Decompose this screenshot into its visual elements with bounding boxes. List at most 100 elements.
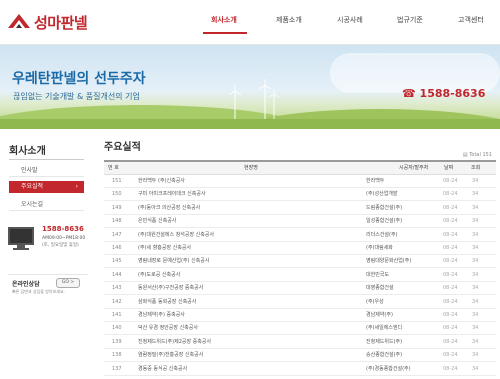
sidebar-item-greeting[interactable]: 인사말 xyxy=(9,165,84,177)
cell-hits: 34 xyxy=(472,271,479,278)
cell-date: 08-24 xyxy=(443,285,458,292)
table-row[interactable]: 144 (주)도로공 신축공사 대한민국도 08-24 34 xyxy=(104,269,496,282)
phone-icon: ☎ xyxy=(402,87,416,100)
ground-decoration xyxy=(0,119,500,129)
online-consult-title: 온라인상담 xyxy=(12,281,40,288)
cell-number: 139 xyxy=(112,338,122,345)
cell-date: 08-24 xyxy=(443,245,458,251)
cell-site-title[interactable]: 경남제약(주) 증축공사 xyxy=(138,309,185,321)
table-row[interactable]: 140 덕산 유경 정안공장 신축공사 (주)세일에스엔디 08-24 34 xyxy=(104,322,496,336)
cell-date: 08-24 xyxy=(443,352,458,359)
cell-hits: 34 xyxy=(472,218,479,225)
total-count-text: Total 151 xyxy=(469,152,492,158)
online-consult-desc: 빠른 답변과 상담을 받아보세요. xyxy=(12,289,65,294)
cell-date: 08-24 xyxy=(443,312,458,318)
nav-item-regulations[interactable]: 법규기준 xyxy=(397,15,423,25)
table-row[interactable]: 150 구미 아미크프레이데크 신축공사 (주)성산업개발 08-24 34 xyxy=(104,188,496,202)
cell-date: 08-24 xyxy=(443,298,458,305)
sidebar-item-label: 인사말 xyxy=(21,167,38,174)
banner-phone: ☎ 1588-8636 xyxy=(402,87,485,100)
table-row[interactable]: 138 염람정밀(주)천흥공장 신축공사 승산종합건설(주) 08-24 34 xyxy=(104,349,496,363)
wind-turbine-icon xyxy=(268,89,280,119)
monitor-icon xyxy=(8,227,34,245)
cell-site-title[interactable]: 은빈식품 신축공사 xyxy=(138,215,176,227)
table-row[interactable]: 147 (주)대원건설에스 창석공장 신축공사 리더스건설(주) 08-24 34 xyxy=(104,229,496,242)
cell-client: 진청제드위드(주) xyxy=(366,338,403,345)
cell-site-title[interactable]: 염람정밀(주)천흥공장 신축공사 xyxy=(138,349,203,361)
cell-hits: 34 xyxy=(472,325,479,332)
cell-number: 144 xyxy=(112,271,122,278)
contact-hours: AM09:00~PM18:00 xyxy=(42,236,86,241)
cell-client: (주)우성 xyxy=(366,298,384,305)
cell-client: 리더스건설(주) xyxy=(366,231,398,238)
column-header-date: 날짜 xyxy=(444,165,454,171)
cell-number: 138 xyxy=(112,352,122,359)
nav-item-cases[interactable]: 시공사례 xyxy=(337,15,363,25)
column-header-number: 번 호 xyxy=(108,165,119,171)
cell-site-title[interactable]: 진청제드위드(주)제2공장 증축공사 xyxy=(138,336,211,348)
cell-date: 08-24 xyxy=(443,271,458,278)
nav-item-products[interactable]: 제품소개 xyxy=(276,15,302,25)
cell-client: (주)성산업개발 xyxy=(366,191,398,198)
column-header-hits: 조회 xyxy=(471,165,481,171)
cell-site-title[interactable]: (주)세 향흥공장 신축공사 xyxy=(138,242,191,254)
cell-site-title[interactable]: 경동중 동식공 신축공사 xyxy=(138,363,187,375)
table-row[interactable]: 146 (주)세 향흥공장 신축공사 (주)대림세화 08-24 34 xyxy=(104,242,496,255)
table-row[interactable]: 151 한라백두 (주)신축공사 한라백두 08-24 34 xyxy=(104,175,496,188)
cell-client: 대한민국도 xyxy=(366,271,390,278)
table-row[interactable]: 143 동원서산(주)구전공장 증축공사 대영종합건설 08-24 34 xyxy=(104,282,496,296)
cell-site-title[interactable]: (주)도로공 신축공사 xyxy=(138,269,180,281)
nav-item-company[interactable]: 회사소개 xyxy=(211,15,237,25)
cell-hits: 34 xyxy=(472,258,479,265)
cell-site-title[interactable]: 한라백두 (주)신축공사 xyxy=(138,175,185,187)
cell-date: 08-24 xyxy=(443,325,458,332)
contact-note: (토, 일요일및 휴일) xyxy=(42,243,79,248)
cell-date: 08-24 xyxy=(443,258,458,265)
sidebar-item-label: 오시는길 xyxy=(21,201,44,208)
cell-number: 146 xyxy=(112,245,122,251)
sidebar-item-directions[interactable]: 오시는길 xyxy=(9,199,84,211)
cell-number: 150 xyxy=(112,191,122,198)
table-row[interactable]: 141 경남제약(주) 증축공사 경남제약(주) 08-24 34 xyxy=(104,309,496,322)
monitor-base xyxy=(13,248,29,250)
cell-site-title[interactable]: (주)동아크 의산공장 신축공사 xyxy=(138,202,200,214)
cell-number: 141 xyxy=(112,312,122,318)
cell-date: 08-24 xyxy=(443,204,458,211)
table-row[interactable]: 139 진청제드위드(주)제2공장 증축공사 진청제드위드(주) 08-24 34 xyxy=(104,336,496,349)
table-row[interactable]: 137 경동중 동식공 신축공사 (주)경동종합건설(주) 08-24 34 xyxy=(104,363,496,376)
achievements-table: 번 호 현장명 시공자/발주처 날짜 조회 151 한라백두 (주)신축공사 한라백… xyxy=(104,160,496,376)
cell-client: (주)세일에스엔디 xyxy=(366,325,403,332)
cell-client: 일성종합건설(주) xyxy=(366,218,403,225)
table-row[interactable]: 142 삼화식품 동희공장 신축공사 (주)우성 08-24 34 xyxy=(104,296,496,309)
table-row[interactable]: 145 영림내장로 문예산업(주) 신축공사 영림대양문화산업(주) 08-24 34 xyxy=(104,255,496,269)
main-content: 주요실적 ▤ Total 151 번 호 현장명 시공자/발주처 날짜 조회 1… xyxy=(104,129,496,379)
table-row[interactable]: 149 (주)동아크 의산공장 신축공사 드림종합건설(주) 08-24 34 xyxy=(104,202,496,215)
cell-site-title[interactable]: 삼화식품 동희공장 신축공사 xyxy=(138,296,196,308)
list-icon: ▤ xyxy=(462,152,468,158)
cell-date: 08-24 xyxy=(443,365,458,372)
cell-hits: 34 xyxy=(472,285,479,292)
wind-turbine-icon xyxy=(228,85,242,119)
online-consult-go-button[interactable]: GO > xyxy=(56,278,80,288)
cell-hits: 34 xyxy=(472,365,479,372)
total-count: ▤ Total 151 xyxy=(463,152,492,158)
site-header: 성마판넬 회사소개 제품소개 시공사례 법규기준 고객센터 xyxy=(0,0,500,45)
cell-number: 147 xyxy=(112,231,122,238)
cell-site-title[interactable]: 구미 아미크프레이데크 신축공사 xyxy=(138,188,206,200)
nav-item-support[interactable]: 고객센터 xyxy=(458,15,484,25)
column-header-client: 시공자/발주처 xyxy=(399,165,429,171)
logo[interactable]: 성마판넬 xyxy=(8,10,108,34)
cell-hits: 34 xyxy=(472,231,479,238)
table-row[interactable]: 148 은빈식품 신축공사 일성종합건설(주) 08-24 34 xyxy=(104,215,496,229)
cell-site-title[interactable]: 영림내장로 문예산업(주) 신축공사 xyxy=(138,255,209,267)
cell-site-title[interactable]: 덕산 유경 정안공장 신축공사 xyxy=(138,322,198,334)
cell-site-title[interactable]: 동원서산(주)구전공장 증축공사 xyxy=(138,282,203,294)
cell-date: 08-24 xyxy=(443,191,458,198)
cell-client: 영림대양문화산업(주) xyxy=(366,258,412,265)
cell-hits: 34 xyxy=(472,338,479,345)
sidebar-item-achievements[interactable]: 주요실적 › xyxy=(9,181,84,193)
cell-number: 142 xyxy=(112,298,122,305)
banner-phone-number: 1588-8636 xyxy=(419,87,486,100)
cell-number: 148 xyxy=(112,218,122,225)
cell-site-title[interactable]: (주)대원건설에스 창석공장 신축공사 xyxy=(138,229,214,241)
